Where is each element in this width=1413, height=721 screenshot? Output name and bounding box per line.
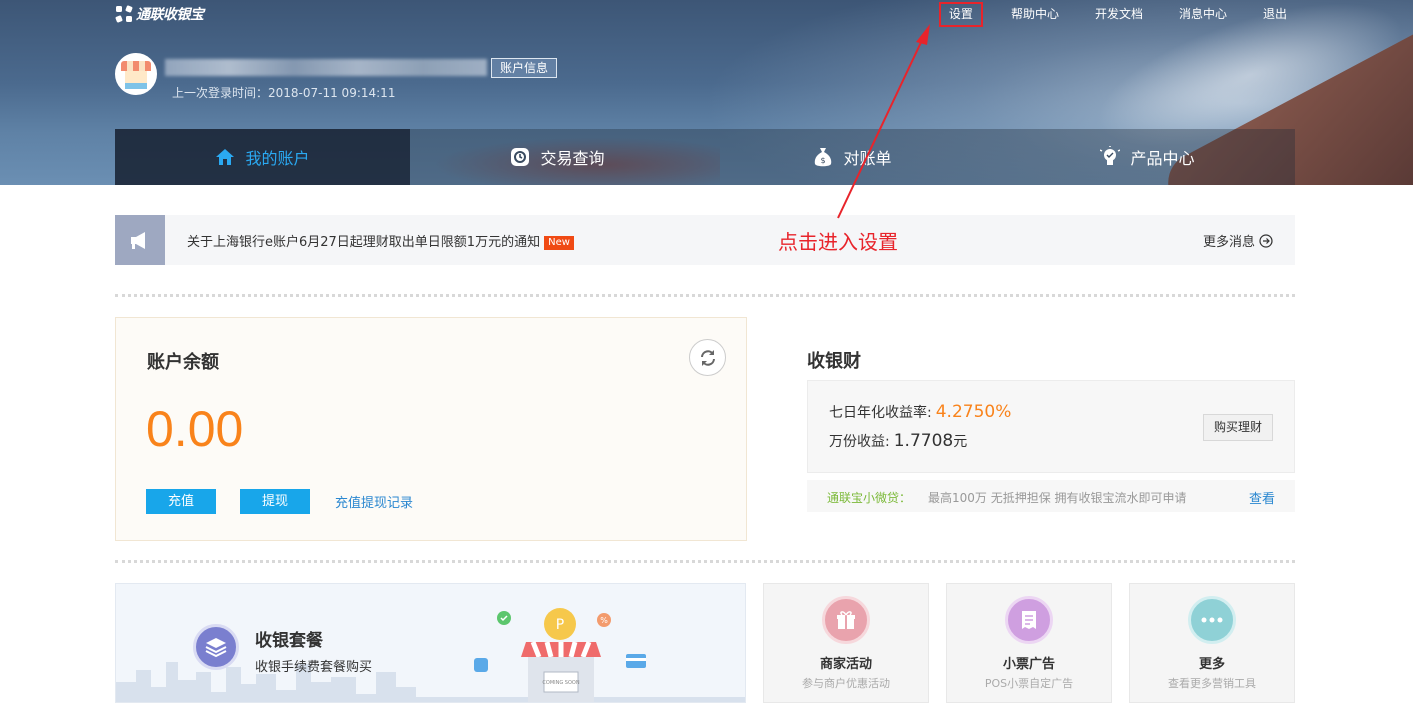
yield-rate-row: 七日年化收益率: 4.2750%	[829, 402, 1011, 422]
micro-loan-bar: 通联宝小微贷： 最高100万 无抵押担保 拥有收银宝流水即可申请 查看	[807, 480, 1295, 512]
refresh-icon	[700, 349, 715, 366]
avatar[interactable]	[115, 53, 157, 95]
svg-text:P: P	[556, 617, 564, 633]
logout-link[interactable]: 退出	[1255, 3, 1295, 26]
more-tools-title: 更多	[1198, 657, 1225, 672]
main-nav: 我的账户 交易查询 $ 对账单 产品中心	[115, 129, 1295, 185]
coming-soon-shop-illustration: P % COMING SOON	[474, 608, 646, 702]
shouyincai-title: 收银财	[807, 351, 861, 372]
avatar-store	[125, 71, 147, 83]
annotation-text: 点击进入设置	[778, 230, 898, 254]
message-center-link[interactable]: 消息中心	[1171, 3, 1235, 26]
buy-wealth-button[interactable]: 购买理财	[1203, 414, 1273, 441]
merchant-activity-title: 商家活动	[819, 657, 872, 672]
income-unit: 元	[953, 434, 968, 450]
balance-card: 账户余额 0.00 充值 提现 充值提现记录	[115, 317, 747, 541]
balance-amount: 0.00	[146, 401, 244, 457]
megaphone-icon	[115, 215, 165, 265]
recharge-button[interactable]: 充值	[146, 489, 216, 514]
layers-icon	[193, 624, 239, 670]
recharge-withdraw-records-link[interactable]: 充值提现记录	[335, 492, 413, 511]
shouyincai-panel: 七日年化收益率: 4.2750% 万份收益: 1.7708元 购买理财	[807, 380, 1295, 473]
brand-name: 通联收银宝	[136, 7, 204, 23]
tab-product-center[interactable]: 产品中心	[1000, 129, 1295, 185]
money-bag-icon: $	[815, 148, 832, 167]
income-value: 1.7708	[893, 431, 954, 451]
brand-logo[interactable]: 通联收银宝	[115, 4, 204, 24]
receipt-ad-subtitle: POS小票自定广告	[984, 677, 1074, 690]
cashier-package-card[interactable]: 收银套餐 收银手续费套餐购买 P % COMING SOON	[115, 583, 746, 703]
svg-text:$: $	[821, 156, 826, 165]
micro-loan-label: 通联宝小微贷：	[827, 491, 912, 505]
yield-rate-label: 七日年化收益率:	[829, 405, 932, 421]
account-info-button[interactable]: 账户信息	[491, 58, 557, 78]
arrow-circle-right-icon	[1259, 233, 1273, 248]
income-label: 万份收益:	[829, 434, 890, 450]
tab-my-account[interactable]: 我的账户	[115, 129, 410, 185]
cashier-package-subtitle: 收银手续费套餐购买	[255, 660, 373, 675]
blurred-username	[165, 59, 487, 76]
withdraw-button[interactable]: 提现	[240, 489, 310, 514]
notice-bar: 关于上海银行e账户6月27日起理财取出单日限额1万元的通知 New 更多消息	[115, 215, 1295, 265]
tab-transaction-query-label: 交易查询	[540, 149, 605, 168]
dev-docs-link[interactable]: 开发文档	[1087, 3, 1151, 26]
more-icon	[1188, 596, 1236, 644]
search-record-icon	[511, 148, 530, 166]
tab-product-center-label: 产品中心	[1130, 149, 1195, 168]
more-tools-subtitle: 查看更多营销工具	[1168, 677, 1256, 690]
more-messages-link[interactable]: 更多消息	[1203, 231, 1273, 250]
home-icon	[216, 149, 235, 165]
tab-my-account-label: 我的账户	[245, 149, 310, 168]
balance-title: 账户余额	[147, 352, 219, 373]
receipt-ad-title: 小票广告	[1002, 657, 1055, 672]
coming-soon-sign: COMING SOON	[542, 680, 579, 686]
logo-icon	[115, 5, 133, 23]
tab-statement[interactable]: $ 对账单	[705, 129, 1000, 185]
svg-text:%: %	[600, 616, 608, 625]
avatar-sign	[125, 83, 147, 89]
lightbulb-icon	[1100, 146, 1121, 165]
income-row: 万份收益: 1.7708元	[829, 431, 967, 451]
merchant-activity-subtitle: 参与商户优惠活动	[802, 677, 890, 690]
notice-message-line[interactable]: 关于上海银行e账户6月27日起理财取出单日限额1万元的通知 New	[187, 231, 574, 250]
settings-link[interactable]: 设置	[938, 2, 983, 27]
divider	[115, 294, 1295, 297]
new-badge: New	[544, 236, 574, 250]
gift-icon	[822, 596, 870, 644]
more-tools-card[interactable]: 更多 查看更多营销工具	[1129, 583, 1295, 703]
last-login-time: 上一次登录时间：2018-07-11 09:14:11	[172, 86, 396, 100]
receipt-ad-card[interactable]: 小票广告 POS小票自定广告	[946, 583, 1112, 703]
receipt-icon	[1005, 596, 1053, 644]
notice-message: 关于上海银行e账户6月27日起理财取出单日限额1万元的通知	[187, 235, 541, 250]
more-messages-label: 更多消息	[1202, 235, 1255, 250]
top-nav: 设置 帮助中心 开发文档 消息中心 退出	[938, 0, 1295, 29]
tab-statement-label: 对账单	[843, 149, 892, 168]
tab-transaction-query[interactable]: 交易查询	[410, 129, 705, 185]
micro-loan-view-link[interactable]: 查看	[1249, 488, 1275, 507]
divider	[115, 560, 1295, 563]
cashier-package-title: 收银套餐	[255, 631, 323, 651]
refresh-button[interactable]	[689, 339, 726, 376]
avatar-awning	[121, 61, 151, 71]
merchant-activity-card[interactable]: 商家活动 参与商户优惠活动	[763, 583, 929, 703]
micro-loan-description: 最高100万 无抵押担保 拥有收银宝流水即可申请	[928, 491, 1187, 505]
yield-rate-value: 4.2750%	[935, 402, 1012, 422]
help-center-link[interactable]: 帮助中心	[1003, 3, 1067, 26]
